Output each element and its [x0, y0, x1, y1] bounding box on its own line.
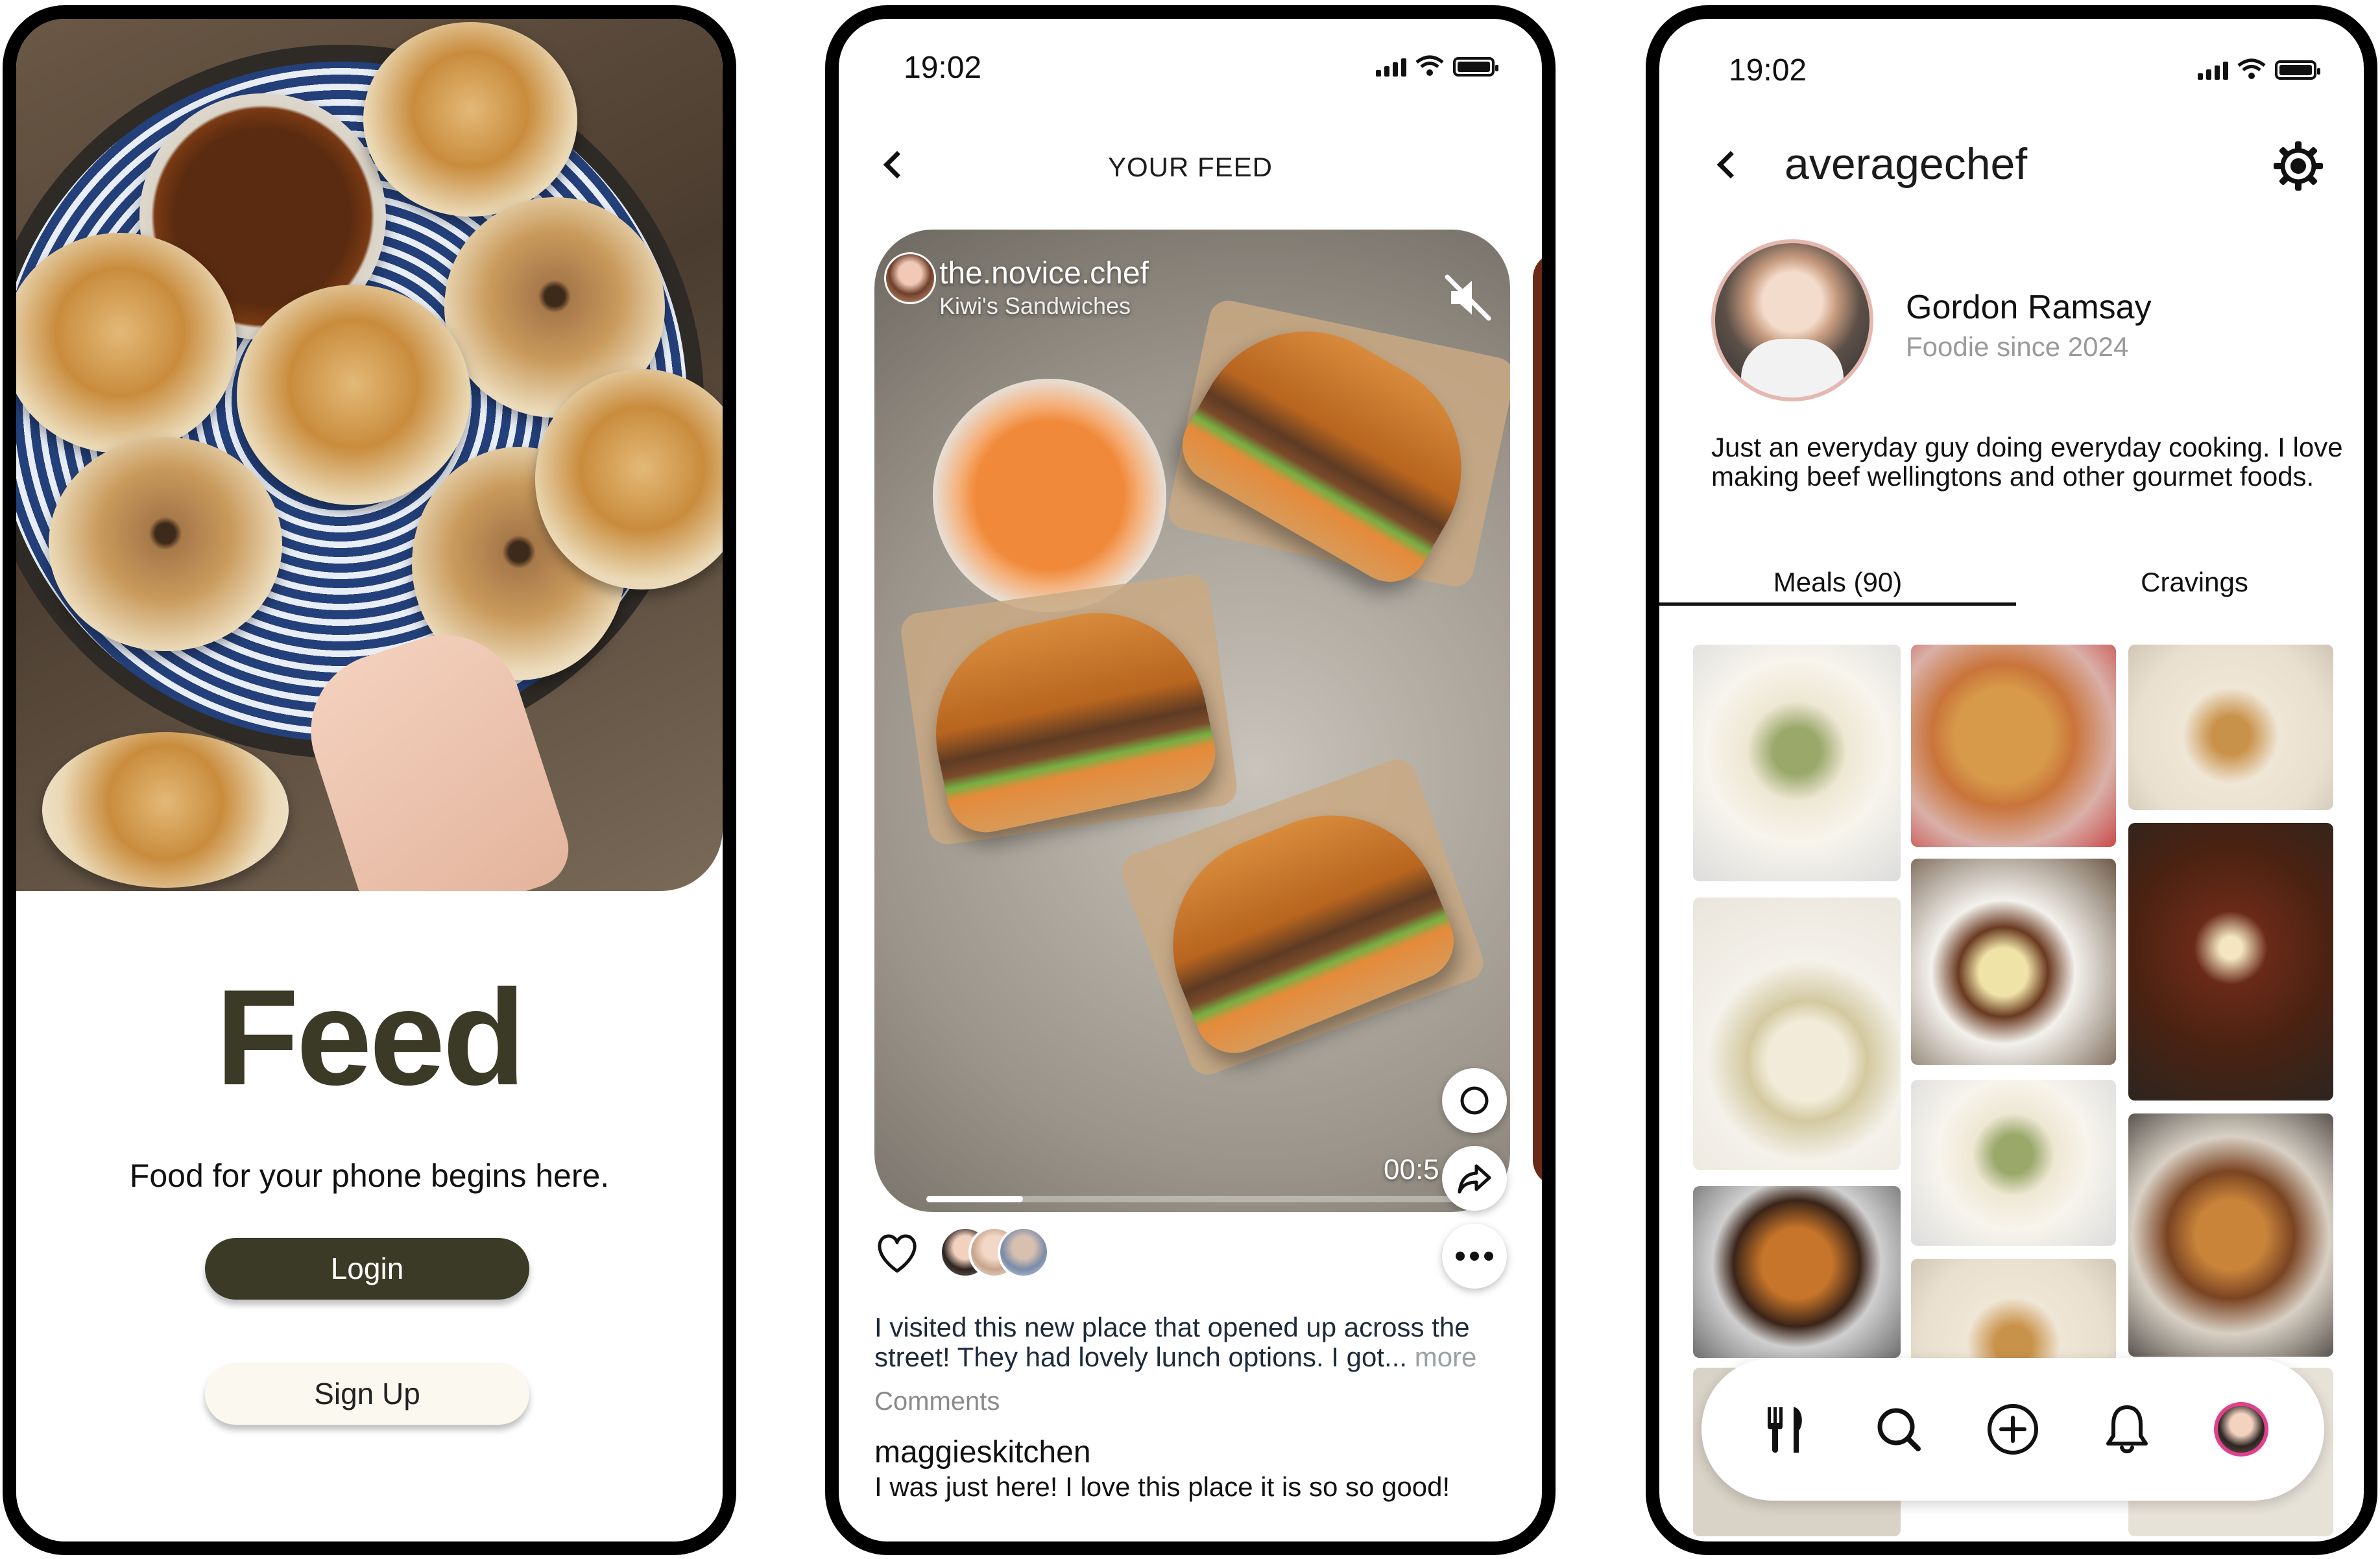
full-name: Gordon Ramsay	[1906, 289, 2152, 326]
profile-bio: Just an everyday guy doing everyday cook…	[1711, 432, 2343, 492]
nav-add[interactable]	[1982, 1398, 2044, 1460]
circle-button[interactable]	[1442, 1068, 1507, 1133]
next-post-preview[interactable]	[1533, 252, 1542, 1186]
meal-tile[interactable]	[1911, 645, 2116, 847]
more-icon	[1456, 1252, 1493, 1261]
signal-icon	[2198, 62, 2228, 80]
page-title: YOUR FEED	[1107, 152, 1273, 182]
video-progress[interactable]	[926, 1196, 1465, 1202]
status-time: 19:02	[904, 51, 982, 85]
video-timer: 00:5	[1384, 1154, 1439, 1185]
tab-cravings[interactable]: Cravings	[2016, 567, 2364, 598]
profile-avatar	[1711, 239, 1873, 401]
circle-icon	[1460, 1086, 1489, 1115]
comment-author[interactable]: maggieskitchen	[874, 1434, 1091, 1470]
back-chevron-icon[interactable]	[1716, 150, 1745, 179]
post-media[interactable]	[874, 230, 1510, 1212]
status-time: 19:02	[1729, 53, 1807, 88]
comment-text: I was just here! I love this place it is…	[874, 1471, 1450, 1502]
login-button[interactable]: Login	[205, 1238, 529, 1300]
poster-avatar[interactable]	[884, 252, 936, 304]
meal-tile[interactable]	[1911, 1080, 2116, 1246]
caption-text: I visited this new place that opened up …	[874, 1312, 1470, 1372]
poster-username[interactable]: the.novice.chef	[939, 256, 1149, 291]
more-button[interactable]	[1442, 1224, 1507, 1289]
tab-meals[interactable]: Meals (90)	[1659, 567, 2016, 598]
hero-food-photo	[16, 19, 723, 891]
signup-button[interactable]: Sign Up	[205, 1363, 529, 1425]
signal-icon	[1376, 58, 1406, 77]
add-icon	[1988, 1404, 2038, 1455]
login-screen: Feed Food for your phone begins here. Lo…	[3, 5, 736, 1555]
tagline: Food for your phone begins here.	[129, 1158, 610, 1194]
utensils-icon	[1768, 1407, 1802, 1453]
nav-meals[interactable]	[1753, 1398, 1816, 1460]
profile-avatar-icon	[2214, 1402, 2268, 1457]
gear-icon[interactable]	[2271, 139, 2326, 193]
caption-more-link[interactable]: more	[1415, 1342, 1477, 1372]
status-icons	[1376, 54, 1498, 77]
meal-tile[interactable]	[2128, 823, 2333, 1101]
profile-screen: 19:02 averagechef Gordon Ramsay Foodie s…	[1646, 5, 2377, 1555]
meal-tile[interactable]	[1693, 645, 1901, 881]
comments-label[interactable]: Comments	[874, 1387, 1000, 1416]
search-icon	[1877, 1408, 1921, 1451]
status-icons	[2198, 58, 2320, 80]
nav-notifications[interactable]	[2096, 1398, 2158, 1460]
heart-icon[interactable]	[874, 1233, 920, 1275]
feed-screen: 19:02 YOUR FEED the.novice.chef Kiwi's S…	[825, 5, 1556, 1555]
bottom-nav	[1701, 1358, 2324, 1501]
battery-icon	[2275, 60, 2320, 80]
bell-icon	[2106, 1405, 2148, 1453]
wifi-icon	[1415, 55, 1444, 76]
bun	[42, 732, 289, 888]
meal-tile[interactable]	[2128, 645, 2333, 810]
battery-icon	[1453, 57, 1498, 77]
app-logo: Feed	[215, 961, 525, 1113]
nav-search[interactable]	[1868, 1398, 1930, 1460]
video-progress-fill	[926, 1196, 1024, 1202]
bun	[49, 437, 282, 651]
meal-tile[interactable]	[1693, 1186, 1901, 1358]
share-icon	[1458, 1164, 1491, 1194]
bun	[363, 22, 577, 217]
poster-location: Kiwi's Sandwiches	[939, 292, 1131, 319]
meal-tile[interactable]	[1911, 859, 2116, 1065]
nav-profile[interactable]	[2210, 1398, 2272, 1460]
bun	[237, 285, 470, 505]
liker-avatar	[998, 1226, 1050, 1278]
pickle-jar	[933, 379, 1166, 612]
member-since: Foodie since 2024	[1906, 331, 2129, 362]
meal-tile[interactable]	[1693, 898, 1901, 1170]
active-tab-indicator	[1659, 602, 2016, 606]
profile-username: averagechef	[1785, 139, 2028, 189]
wifi-icon	[2237, 58, 2266, 79]
post-caption: I visited this new place that opened up …	[874, 1313, 1523, 1372]
liked-by-avatars[interactable]	[939, 1226, 1050, 1278]
meal-tile[interactable]	[2128, 1113, 2333, 1357]
mute-icon[interactable]	[1442, 272, 1494, 324]
